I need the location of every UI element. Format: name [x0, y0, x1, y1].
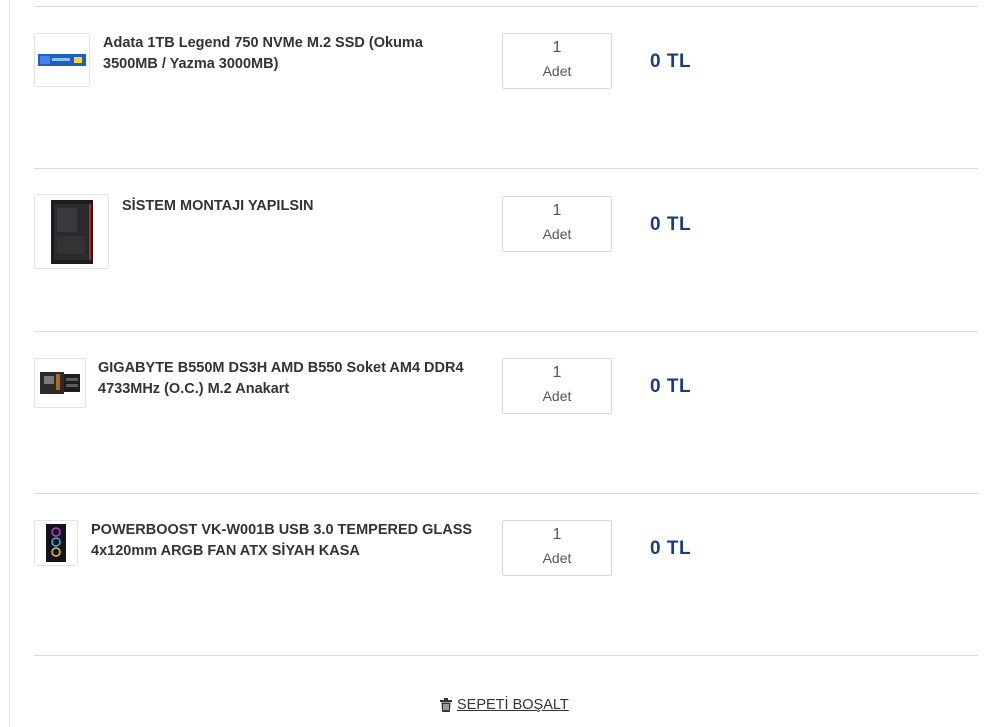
- product-thumbnail[interactable]: [34, 33, 90, 87]
- quantity-field[interactable]: 1 Adet: [502, 33, 612, 89]
- trash-icon: [440, 698, 452, 712]
- empty-cart-button[interactable]: SEPETİ BOŞALT: [440, 697, 569, 713]
- ssd-image: [38, 54, 86, 66]
- cart-item-row: POWERBOOST VK-W001B USB 3.0 TEMPERED GLA…: [34, 494, 978, 656]
- product-thumbnail[interactable]: [34, 520, 78, 566]
- item-price: 0 TL: [650, 51, 692, 72]
- item-price: 0 TL: [650, 376, 692, 397]
- cart-page: Adata 1TB Legend 750 NVMe M.2 SSD (Okuma…: [0, 0, 1002, 727]
- product-title[interactable]: SİSTEM MONTAJI YAPILSIN: [122, 196, 482, 217]
- quantity-value[interactable]: 1: [503, 201, 611, 221]
- cart-item-row: GIGABYTE B550M DS3H AMD B550 Soket AM4 D…: [34, 332, 978, 494]
- product-title[interactable]: Adata 1TB Legend 750 NVMe M.2 SSD (Okuma…: [103, 33, 463, 75]
- quantity-unit: Adet: [542, 63, 572, 79]
- empty-cart-label[interactable]: SEPETİ BOŞALT: [457, 697, 569, 713]
- quantity-unit: Adet: [542, 550, 572, 566]
- left-divider: [9, 0, 10, 727]
- quantity-value[interactable]: 1: [503, 525, 611, 545]
- item-price: 0 TL: [650, 538, 692, 559]
- argb-case-image: [46, 524, 66, 562]
- product-thumbnail[interactable]: [34, 358, 86, 408]
- quantity-value[interactable]: 1: [503, 363, 611, 383]
- item-price: 0 TL: [650, 214, 692, 235]
- product-title[interactable]: GIGABYTE B550M DS3H AMD B550 Soket AM4 D…: [98, 358, 498, 400]
- quantity-value[interactable]: 1: [503, 38, 611, 58]
- quantity-field[interactable]: 1 Adet: [502, 520, 612, 576]
- pc-case-image: [50, 199, 93, 264]
- quantity-unit: Adet: [542, 388, 572, 404]
- quantity-field[interactable]: 1 Adet: [502, 196, 612, 252]
- quantity-field[interactable]: 1 Adet: [502, 358, 612, 414]
- cart-item-row: SİSTEM MONTAJI YAPILSIN 1 Adet 0 TL: [34, 170, 978, 332]
- product-thumbnail[interactable]: [34, 194, 109, 269]
- motherboard-image: [40, 372, 80, 394]
- product-title[interactable]: POWERBOOST VK-W001B USB 3.0 TEMPERED GLA…: [91, 520, 491, 562]
- quantity-unit: Adet: [542, 226, 572, 242]
- cart-item-row: Adata 1TB Legend 750 NVMe M.2 SSD (Okuma…: [34, 7, 978, 169]
